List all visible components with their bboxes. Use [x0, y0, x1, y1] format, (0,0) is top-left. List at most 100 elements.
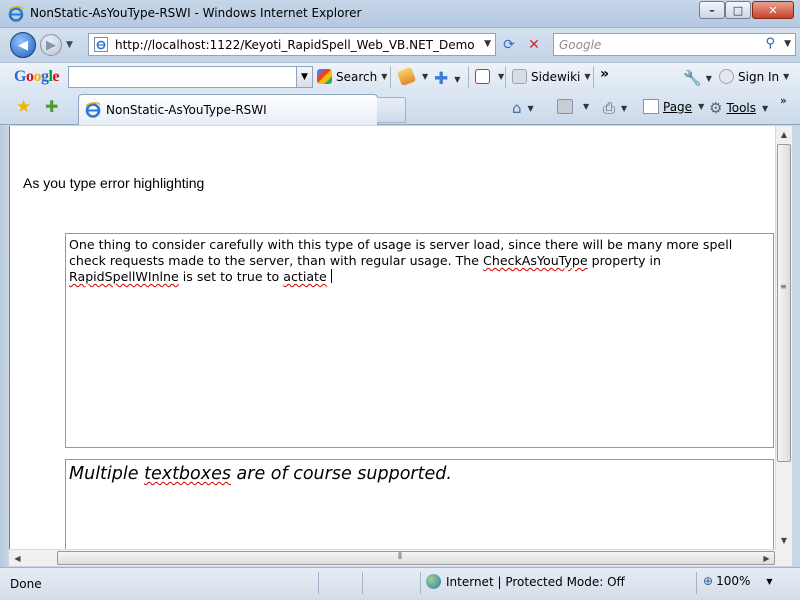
scroll-left-arrow-icon[interactable]: ◀: [9, 550, 26, 566]
logo-letter: G: [14, 68, 26, 85]
tools-menu-button[interactable]: ⚙ Tools ▼: [709, 99, 768, 117]
textarea-text: property in: [587, 253, 662, 268]
back-button[interactable]: ◀: [10, 32, 36, 58]
popup-blocker-icon: [475, 69, 490, 84]
back-arrow-icon: ◀: [18, 37, 28, 53]
maximize-button[interactable]: □: [725, 1, 751, 19]
status-divider: [696, 572, 697, 594]
refresh-button[interactable]: ⟳: [498, 35, 520, 55]
window-title: NonStatic-AsYouType-RSWI - Windows Inter…: [30, 6, 362, 20]
textarea-text: is set to true to: [178, 269, 284, 284]
security-zone[interactable]: Internet | Protected Mode: Off: [426, 574, 625, 589]
spellcheck-textarea-2[interactable]: Multiple textboxes are of course support…: [65, 459, 774, 549]
address-dropdown-icon[interactable]: ▼: [484, 39, 491, 49]
misspelled-word[interactable]: textboxes: [144, 464, 231, 484]
google-search-button[interactable]: Search ▼: [317, 69, 387, 84]
address-url[interactable]: http://localhost:1122/Keyoti_RapidSpell_…: [115, 38, 475, 52]
search-icon[interactable]: ⚲: [765, 36, 775, 51]
grip-icon: ≡: [780, 282, 787, 291]
status-divider: [318, 572, 319, 594]
window-frame-right: [792, 126, 800, 567]
page-icon: [643, 99, 659, 114]
page-menu-button[interactable]: Page ▼: [643, 99, 704, 114]
spellcheck-textarea-1[interactable]: One thing to consider carefully with thi…: [65, 233, 774, 448]
search-placeholder: Google: [559, 38, 602, 52]
textarea-text: are of course supported.: [230, 464, 452, 484]
misspelled-word[interactable]: CheckAsYouType: [483, 253, 588, 268]
scroll-up-arrow-icon[interactable]: ▲: [776, 126, 792, 143]
page-menu-label: Page: [663, 99, 693, 114]
title-bar: NonStatic-AsYouType-RSWI - Windows Inter…: [0, 0, 800, 28]
zoom-level: 100%: [716, 574, 751, 588]
vertical-scroll-thumb[interactable]: [777, 144, 791, 462]
minimize-button[interactable]: –: [699, 1, 725, 19]
status-bar: Done Internet | Protected Mode: Off ⊕ 10…: [0, 567, 800, 600]
ie-logo-icon: [8, 6, 24, 22]
misspelled-word[interactable]: actiate: [283, 269, 326, 284]
tools-menu-label: Tools: [726, 101, 757, 115]
toolbar-separator: [468, 66, 469, 88]
sign-in-label: Sign In: [738, 69, 780, 84]
stop-icon: ✕: [528, 37, 540, 53]
forward-button[interactable]: ▶: [40, 34, 62, 56]
sidewiki-icon: [512, 69, 527, 84]
status-text: Done: [10, 577, 42, 591]
print-button[interactable]: ⎙ ▼: [603, 99, 627, 117]
ie-tab-icon: [85, 102, 101, 118]
address-bar[interactable]: http://localhost:1122/Keyoti_RapidSpell_…: [88, 33, 496, 56]
logo-letter: e: [52, 68, 60, 85]
add-button[interactable]: ✚ ▼: [434, 69, 460, 89]
feeds-button[interactable]: ▼: [557, 99, 589, 114]
sign-in-button[interactable]: Sign In ▼: [719, 69, 789, 84]
rss-feed-icon: [557, 99, 573, 114]
highlight-button[interactable]: ▼: [396, 66, 428, 87]
add-favorites-icon[interactable]: ✚: [45, 97, 58, 116]
zoom-dropdown-icon[interactable]: ▼: [766, 577, 772, 586]
google-logo: Google: [14, 68, 59, 86]
search-box[interactable]: Google ⚲ ▼: [553, 33, 796, 56]
misspelled-word[interactable]: RapidSpellWInlne: [69, 269, 179, 284]
new-tab-button[interactable]: [377, 97, 406, 123]
text-cursor: [330, 269, 332, 283]
stop-button[interactable]: ✕: [523, 35, 545, 55]
horizontal-scroll-thumb[interactable]: ⦀: [57, 551, 775, 565]
zoom-icon: ⊕: [703, 574, 714, 588]
google-search-input[interactable]: ▼: [68, 66, 313, 88]
more-button[interactable]: »: [600, 66, 609, 82]
gear-icon: ⚙: [709, 99, 723, 117]
command-bar-overflow-icon[interactable]: »: [780, 94, 787, 107]
refresh-icon: ⟳: [503, 37, 515, 53]
google-search-icon: [317, 69, 332, 84]
recent-pages-dropdown-icon[interactable]: ▼: [66, 40, 73, 50]
tab-label: NonStatic-AsYouType-RSWI: [106, 103, 267, 117]
sidewiki-button[interactable]: Sidewiki ▼: [512, 69, 591, 84]
forward-arrow-icon: ▶: [46, 37, 56, 53]
close-icon: ✕: [768, 3, 778, 17]
grip-icon: ⦀: [398, 552, 402, 562]
sidewiki-label: Sidewiki: [531, 69, 581, 84]
textarea-text: Multiple: [69, 464, 145, 484]
page-ie-icon: [94, 37, 108, 52]
google-search-dropdown-icon[interactable]: ▼: [296, 67, 312, 87]
plus-icon: ✚: [434, 69, 449, 89]
horizontal-scrollbar[interactable]: ◀ ⦀ ▶: [9, 549, 775, 566]
vertical-scrollbar[interactable]: ▲ ≡ ▼: [775, 126, 792, 549]
close-button[interactable]: ✕: [752, 1, 794, 19]
status-divider: [420, 572, 421, 594]
status-divider: [362, 572, 363, 594]
tab-active[interactable]: NonStatic-AsYouType-RSWI: [78, 94, 378, 125]
popup-blocker-button[interactable]: ▼: [475, 69, 504, 84]
scroll-right-arrow-icon[interactable]: ▶: [758, 550, 775, 566]
printer-icon: ⎙: [603, 99, 616, 117]
favorites-star-icon[interactable]: ★: [16, 97, 31, 117]
page-heading: As you type error highlighting: [23, 175, 205, 191]
home-icon: ⌂: [512, 99, 522, 117]
zoom-control[interactable]: ⊕ 100% ▼: [703, 574, 773, 588]
home-button[interactable]: ⌂ ▼: [512, 99, 534, 117]
scroll-down-arrow-icon[interactable]: ▼: [776, 532, 792, 549]
security-zone-label: Internet | Protected Mode: Off: [446, 574, 625, 589]
window-frame-left: [0, 126, 9, 567]
settings-button[interactable]: 🔧 ▼: [683, 69, 712, 87]
scrollbar-corner: [775, 549, 792, 566]
search-options-dropdown-icon[interactable]: ▼: [784, 39, 791, 49]
